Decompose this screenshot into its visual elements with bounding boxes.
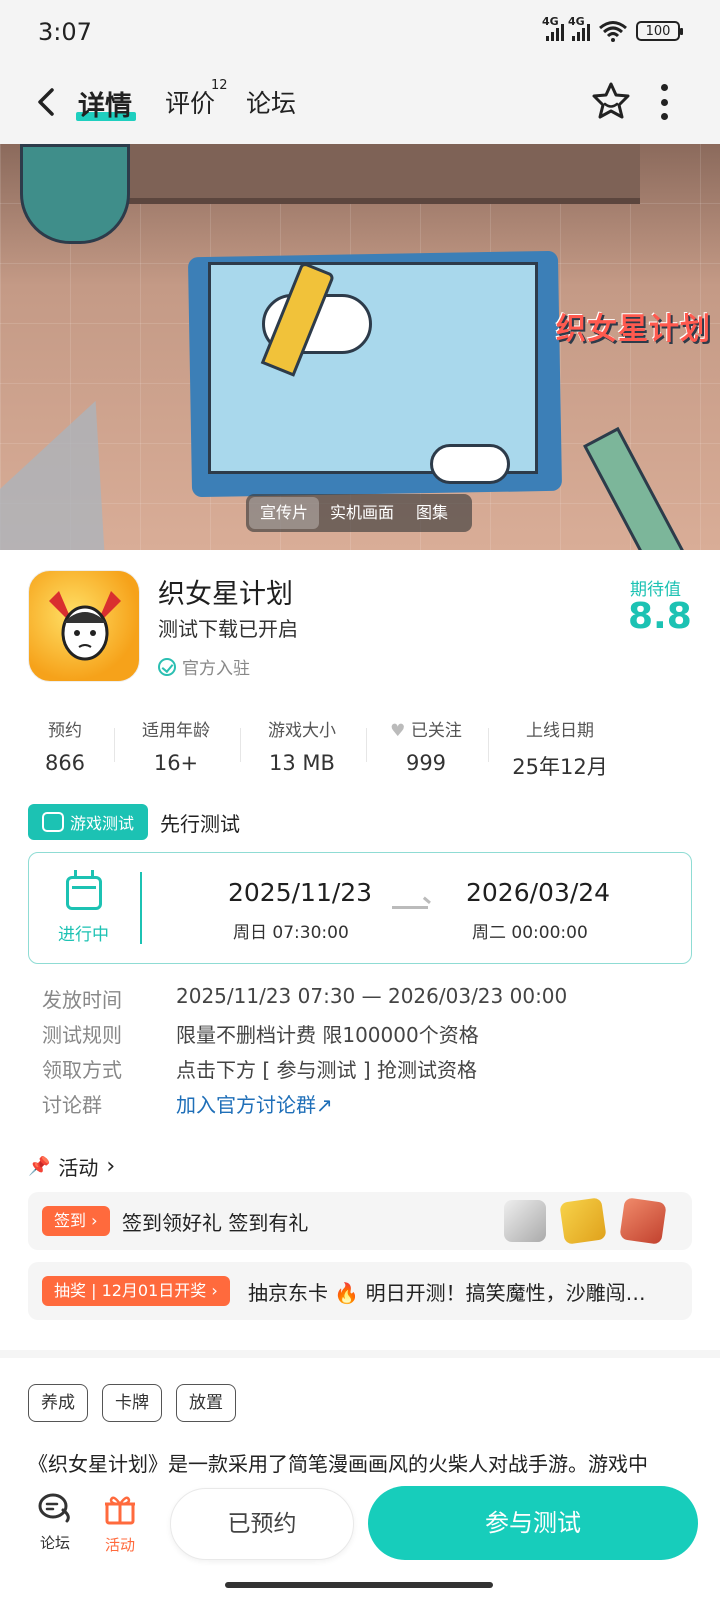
review-count-badge: 12 [211, 78, 228, 93]
signal-icon: 4G [542, 15, 564, 41]
stat-divider [240, 728, 241, 762]
game-subtitle: 测试下载已开启 [158, 617, 298, 641]
checkin-badge: 签到 › [42, 1206, 110, 1236]
media-tab-gameplay[interactable]: 实机画面 [319, 497, 405, 529]
media-banner[interactable]: 织女星计划 [0, 144, 720, 550]
signal-icon-2: 4G [568, 15, 590, 41]
test-end-date: 2026/03/24 [466, 878, 611, 907]
tab-detail[interactable]: 详情 [78, 84, 132, 123]
game-logo-banner: 织女星计划 [556, 312, 711, 347]
lottery-text: 抽京东卡 🔥 明日开测！搞笑魔性，沙雕闯… [248, 1281, 646, 1305]
bottom-activity[interactable]: 活动 [95, 1492, 145, 1555]
back-arrow-icon[interactable] [32, 82, 62, 122]
stat-divider [488, 728, 489, 762]
stat-release-date: 上线日期 25年12月 [512, 721, 608, 779]
stat-size: 游戏大小 13 MB [268, 721, 336, 775]
gift-icon [105, 1496, 135, 1525]
forum-icon [38, 1493, 70, 1523]
pin-icon: 📌 [28, 1156, 51, 1177]
tab-review[interactable]: 评价 [165, 84, 215, 120]
reserved-button[interactable]: 已预约 [170, 1488, 354, 1560]
activity-heading[interactable]: 📌 活动 › [28, 1152, 115, 1181]
stat-divider [366, 728, 367, 762]
heart-icon: ♥ [390, 721, 406, 741]
tag-nurture[interactable]: 养成 [28, 1384, 88, 1422]
silver-bar-icon [504, 1200, 546, 1242]
test-status: 进行中 [58, 925, 109, 945]
media-tab-gallery[interactable]: 图集 [405, 497, 459, 529]
bottom-forum[interactable]: 论坛 [30, 1492, 80, 1553]
test-end-time: 周二 00:00:00 [472, 923, 588, 943]
test-start-date: 2025/11/23 [228, 878, 373, 907]
join-test-button[interactable]: 参与测试 [368, 1486, 698, 1560]
game-app-icon [28, 570, 140, 682]
test-title: 先行测试 [160, 812, 240, 836]
checkin-text: 签到领好礼 签到有礼 [122, 1211, 309, 1235]
calendar-icon [66, 870, 102, 910]
test-period-card [28, 852, 692, 964]
home-indicator[interactable] [225, 1582, 493, 1588]
battery-icon: 100 [636, 21, 683, 41]
card-pack-icon-2 [619, 1197, 667, 1245]
lottery-badge: 抽奖 | 12月01日开奖 › [42, 1276, 230, 1306]
test-icon [41, 812, 64, 832]
activity-lottery-card[interactable]: 抽奖 | 12月01日开奖 › 抽京东卡 🔥 明日开测！搞笑魔性，沙雕闯… [28, 1262, 692, 1320]
status-icons: 4G 4G 100 [542, 15, 683, 42]
arrow-right-icon [392, 906, 428, 909]
chevron-right-icon: › [106, 1154, 116, 1179]
more-options-icon[interactable] [656, 84, 672, 120]
game-title: 织女星计划 [158, 579, 293, 610]
section-separator [0, 1350, 720, 1358]
tag-card[interactable]: 卡牌 [102, 1384, 162, 1422]
favorite-star-icon[interactable] [590, 80, 632, 122]
test-start-time: 周日 07:30:00 [233, 923, 349, 943]
game-description: 《织女星计划》是一款采用了简笔漫画画风的火柴人对战手游。游戏中 [28, 1452, 648, 1476]
stat-reservations: 预约 866 [44, 721, 86, 775]
stat-followed[interactable]: ♥ 已关注 999 [386, 716, 466, 775]
stat-age: 适用年龄 16+ [142, 721, 210, 775]
expect-value: 8.8 [628, 596, 692, 637]
stat-divider [114, 728, 115, 762]
wifi-icon [599, 21, 627, 42]
tag-idle[interactable]: 放置 [176, 1384, 236, 1422]
status-time: 3:07 [38, 18, 92, 46]
game-test-badge: 游戏测试 [28, 804, 148, 840]
media-tabs: 宣传片 实机画面 图集 [246, 494, 472, 532]
activity-checkin-card[interactable]: 签到 › 签到领好礼 签到有礼 [28, 1192, 692, 1250]
card-divider [140, 872, 142, 944]
card-pack-icon [559, 1197, 607, 1245]
verified-check-icon [158, 657, 176, 676]
media-tab-trailer[interactable]: 宣传片 [249, 497, 320, 529]
join-discussion-group-link[interactable]: 加入官方讨论群↗ [176, 1089, 333, 1118]
official-badge: 官方入驻 [158, 654, 250, 679]
tab-forum[interactable]: 论坛 [246, 84, 296, 120]
